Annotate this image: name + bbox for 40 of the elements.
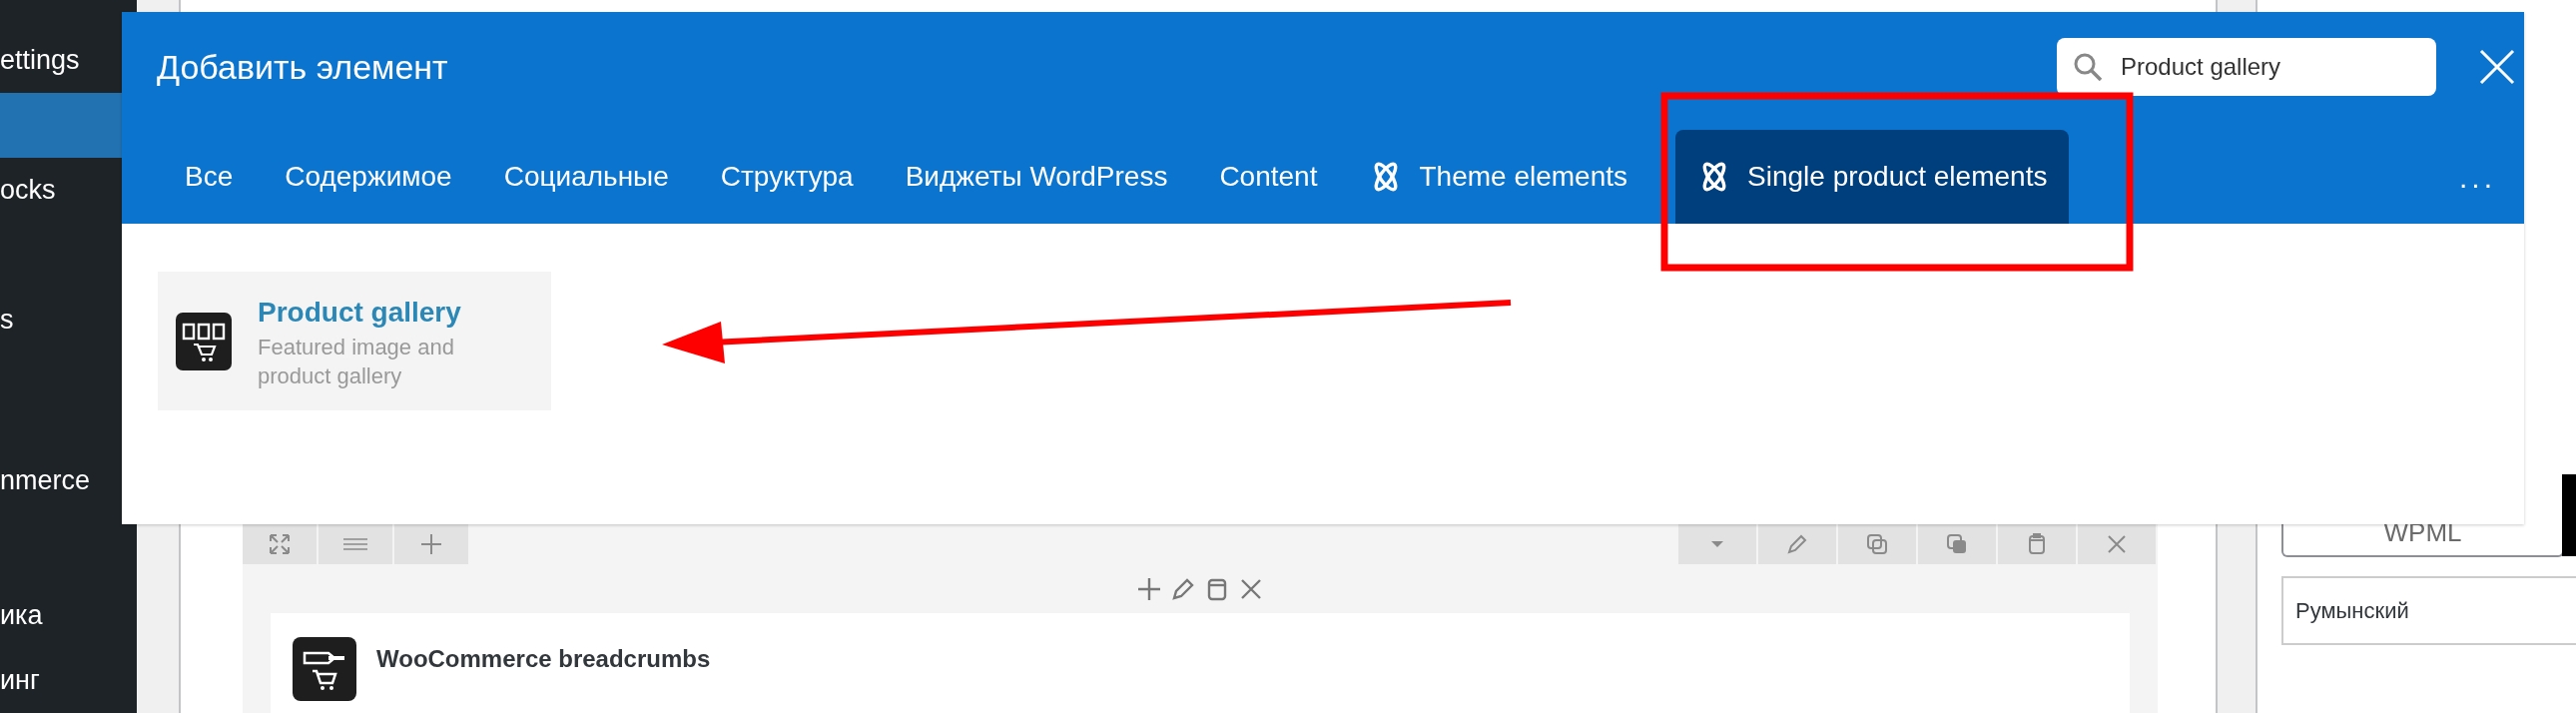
- category-tab[interactable]: Виджеты WordPress: [879, 130, 1194, 224]
- expand-icon: [268, 532, 292, 556]
- close-icon: [2479, 49, 2515, 85]
- element-title: Product gallery: [258, 295, 461, 330]
- sidebar-item[interactable]: инг: [0, 648, 137, 713]
- caret-icon: [1711, 541, 1723, 547]
- copy-button[interactable]: [1838, 524, 1918, 564]
- gallery-cart-icon: [176, 312, 232, 370]
- drag-handle-button[interactable]: [319, 524, 394, 564]
- copy-button[interactable]: [1918, 524, 1998, 564]
- category-tab[interactable]: Single product elements: [1675, 130, 2070, 224]
- more-button[interactable]: ...: [2459, 130, 2496, 224]
- pencil-icon: [1785, 532, 1809, 556]
- copy-icon: [1945, 532, 1969, 556]
- plus-icon: [419, 532, 443, 556]
- pencil-button[interactable]: [1758, 524, 1838, 564]
- modal-title: Добавить элемент: [157, 46, 449, 88]
- category-tab[interactable]: Социальные: [477, 130, 695, 224]
- element-title: WooCommerce breadcrumbs: [376, 644, 711, 674]
- drag-handle-icon: [343, 538, 367, 550]
- search-icon: [2073, 52, 2103, 82]
- element-option[interactable]: Product gallery Featured image and product gallery: [158, 272, 551, 410]
- category-tab[interactable]: Theme elements: [1343, 130, 1653, 224]
- expand-button[interactable]: [243, 524, 319, 564]
- copy-icon: [1865, 532, 1889, 556]
- category-tab[interactable]: Все: [159, 130, 260, 224]
- element-description: Featured image and product gallery: [258, 333, 455, 390]
- category-tab[interactable]: Содержимое: [259, 130, 478, 224]
- search-field[interactable]: Product gallery: [2057, 38, 2436, 96]
- language-select[interactable]: Румынский: [2281, 576, 2576, 645]
- pencil-button[interactable]: [1170, 576, 1196, 602]
- category-tab[interactable]: Content: [1193, 130, 1344, 224]
- close-button[interactable]: [2078, 524, 2158, 564]
- category-tab[interactable]: Структура: [694, 130, 880, 224]
- clipboard-button[interactable]: [1998, 524, 2078, 564]
- pencil-icon: [1170, 576, 1196, 602]
- breadcrumb-cart-icon: [293, 637, 356, 701]
- plus-button[interactable]: [1136, 576, 1162, 602]
- plus-icon: [1136, 576, 1162, 602]
- sidebar-item[interactable]: ика: [0, 583, 137, 648]
